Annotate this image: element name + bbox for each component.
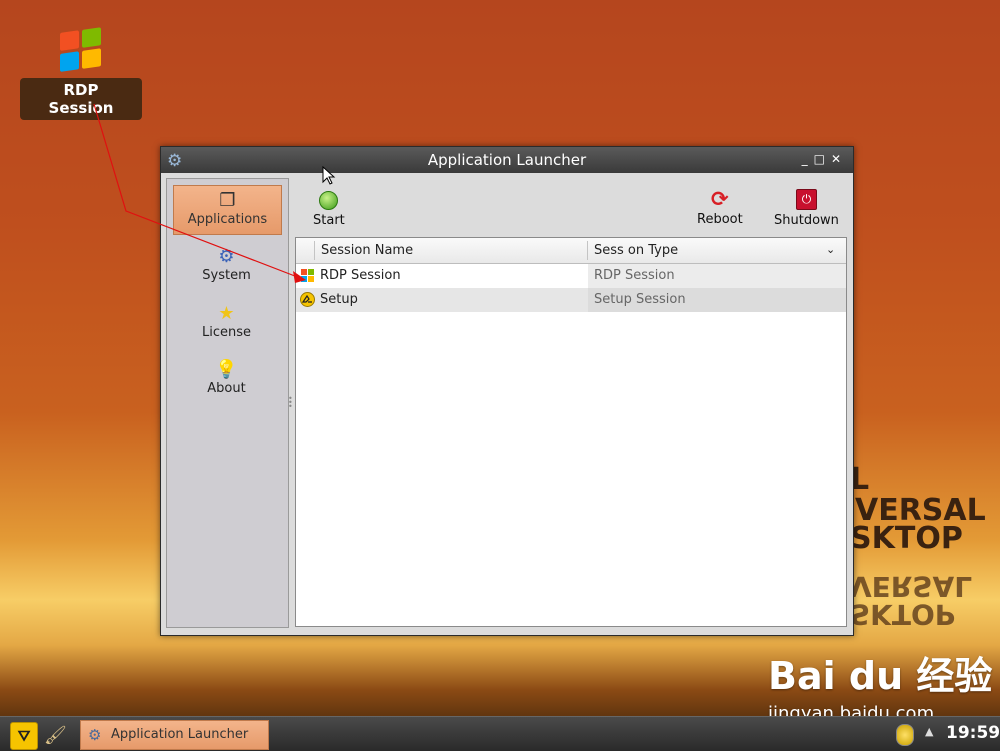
tray-status-icon[interactable] bbox=[896, 724, 914, 746]
session-name-cell: Setup bbox=[320, 292, 358, 307]
table-row[interactable]: Setup Setup Session bbox=[296, 288, 846, 312]
table-header: Session Name Sess on Type ⌄ bbox=[296, 238, 846, 264]
column-header-session-name[interactable]: Session Name bbox=[321, 243, 413, 258]
setup-icon bbox=[300, 292, 315, 307]
session-type-cell: RDP Session bbox=[594, 268, 675, 283]
sidebar-item-label: System bbox=[202, 268, 251, 283]
mouse-cursor-icon bbox=[322, 166, 336, 185]
start-icon bbox=[319, 191, 339, 210]
column-header-session-type[interactable]: Sess on Type bbox=[594, 243, 678, 258]
reboot-icon: ⟳ bbox=[711, 187, 729, 211]
taskbar-item-application-launcher[interactable]: ⚙ Application Launcher bbox=[80, 720, 269, 750]
paintbrush-icon[interactable]: 🖌 bbox=[44, 725, 67, 746]
taskbar: ⛛ 🖌 ⚙ Application Launcher ▲ 19:59 bbox=[0, 716, 1000, 751]
start-button[interactable]: Start bbox=[313, 191, 345, 228]
start-menu-button[interactable]: ⛛ bbox=[10, 722, 38, 750]
table-row[interactable]: RDP Session RDP Session bbox=[296, 264, 846, 288]
reboot-label: Reboot bbox=[697, 212, 743, 227]
sidebar-item-system[interactable]: ⚙ System bbox=[173, 242, 280, 290]
gear-icon: ⚙ bbox=[88, 726, 102, 744]
sidebar-item-license[interactable]: ★ License bbox=[173, 299, 280, 347]
power-icon: ⏻ bbox=[795, 189, 817, 210]
desktop-icon-label: RDP Session bbox=[20, 78, 142, 120]
shutdown-label: Shutdown bbox=[774, 213, 839, 228]
clock[interactable]: 19:59 bbox=[946, 723, 1000, 743]
star-icon: ★ bbox=[218, 303, 235, 324]
sidebar: ❐ Applications ⚙ System ★ License 💡 Abou… bbox=[166, 178, 289, 628]
lightbulb-icon: 💡 bbox=[215, 359, 238, 380]
session-table: Session Name Sess on Type ⌄ RDP Session … bbox=[295, 237, 847, 627]
sidebar-item-label: Applications bbox=[187, 212, 268, 227]
window-titlebar[interactable]: ⚙ Application Launcher _□✕ bbox=[161, 147, 853, 173]
maximize-button[interactable]: □ bbox=[814, 152, 831, 166]
windows-icon bbox=[301, 269, 314, 282]
sidebar-item-applications[interactable]: ❐ Applications bbox=[173, 185, 282, 235]
tray-expand-icon[interactable]: ▲ bbox=[925, 725, 933, 738]
splitter-handle[interactable]: • • • bbox=[288, 395, 293, 411]
shutdown-button[interactable]: ⏻ Shutdown bbox=[774, 189, 839, 228]
session-name-cell: RDP Session bbox=[320, 268, 401, 283]
sidebar-item-about[interactable]: 💡 About bbox=[173, 355, 280, 403]
close-button[interactable]: ✕ bbox=[831, 152, 847, 166]
window-title: Application Launcher bbox=[427, 151, 587, 169]
wallpaper-text-line-3: SKTOP bbox=[850, 521, 963, 556]
reboot-button[interactable]: ⟳ Reboot bbox=[697, 187, 743, 228]
windows-logo-icon bbox=[59, 25, 103, 75]
chevron-down-icon[interactable]: ⌄ bbox=[826, 243, 835, 256]
desktop-icon-rdp-session[interactable]: RDP Session bbox=[20, 25, 142, 120]
sidebar-item-label: About bbox=[207, 381, 246, 396]
minimize-button[interactable]: _ bbox=[802, 152, 814, 166]
wallpaper-reflection: SKTOP VERSAL bbox=[850, 570, 973, 631]
gear-icon: ⚙ bbox=[218, 246, 235, 267]
start-label: Start bbox=[313, 213, 345, 228]
baidu-watermark: Bai du 经验 bbox=[768, 654, 993, 698]
applications-icon: ❐ bbox=[219, 190, 236, 211]
session-type-cell: Setup Session bbox=[594, 292, 686, 307]
sidebar-item-label: License bbox=[201, 325, 251, 340]
toolbar: Start ⟳ Reboot ⏻ Shutdown bbox=[291, 178, 849, 234]
taskbar-item-label: Application Launcher bbox=[111, 727, 249, 742]
application-launcher-window: ⚙ Application Launcher _□✕ ❐ Application… bbox=[160, 146, 854, 636]
